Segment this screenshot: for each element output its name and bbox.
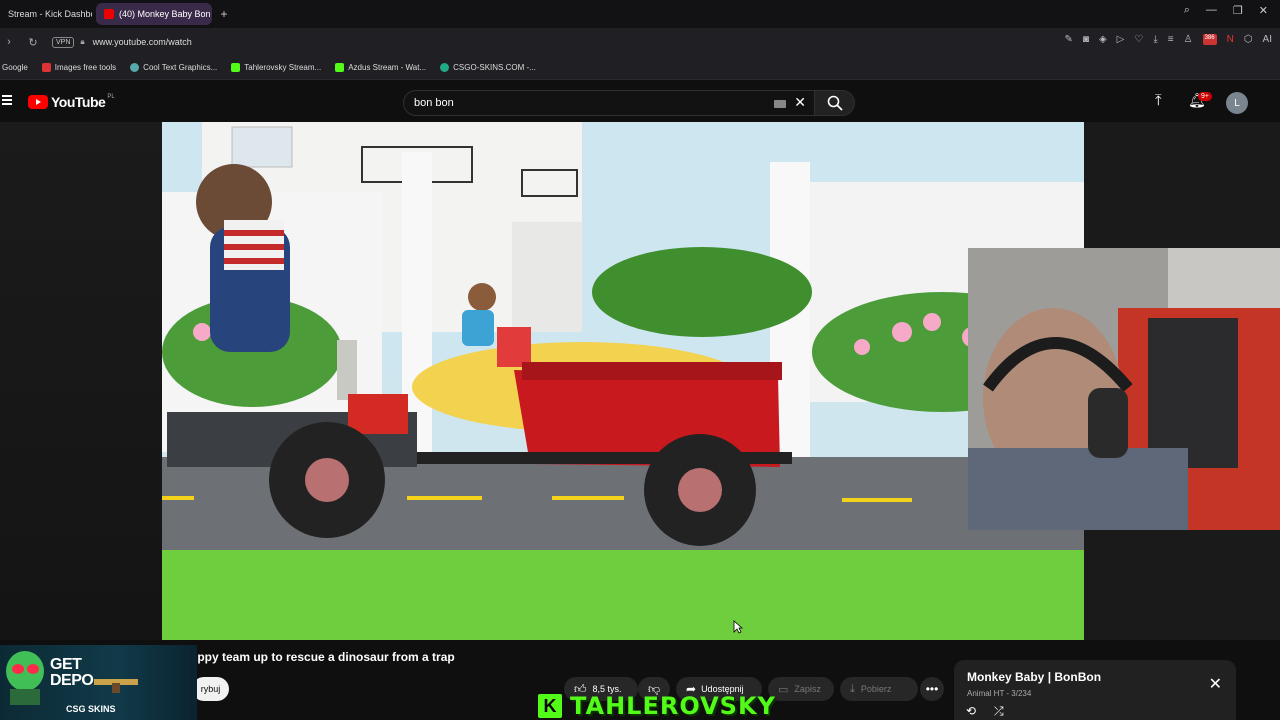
kick-icon	[335, 63, 345, 72]
upload-icon[interactable]: ⤒	[1155, 92, 1162, 109]
search-tabs-icon[interactable]: ⌕	[1184, 4, 1190, 17]
ai-icon[interactable]: AI	[1263, 34, 1272, 45]
country-code: PL	[107, 94, 115, 100]
new-tab-icon[interactable]: +	[216, 6, 232, 22]
lock-icon[interactable]: 🔒︎	[80, 37, 84, 47]
video-frame-scene	[162, 122, 1084, 640]
bookmark-tahlerovsky[interactable]: Tahlerovsky Stream...	[231, 63, 321, 72]
ad-line-2: DEPO	[50, 672, 94, 689]
edit-icon[interactable]: ✎	[1065, 34, 1073, 45]
vpn-badge[interactable]: VPN	[52, 36, 75, 48]
bookmark-save-icon: ▭	[778, 683, 789, 696]
video-player[interactable]	[162, 122, 1084, 640]
more-dots-icon: •••	[925, 682, 939, 696]
menu-lines-icon[interactable]: ≡	[1168, 34, 1174, 45]
extensions-cube-icon[interactable]: ⬡	[1244, 34, 1253, 45]
profile-icon[interactable]: ♙	[1184, 34, 1193, 45]
ad-line-1: GET	[50, 656, 82, 673]
heart-icon[interactable]: ♡	[1134, 34, 1143, 45]
download-button[interactable]: ⤓ Pobierz	[840, 677, 918, 701]
avatar[interactable]: L	[1226, 92, 1248, 114]
youtube-wordmark: YouTube	[51, 94, 106, 110]
tab-label: Stream - Kick Dashboard	[8, 9, 92, 19]
csgo-skins-ad-overlay: GET DEPO CSG SKINS	[0, 645, 197, 720]
download-icon[interactable]: ⤓	[1153, 34, 1157, 45]
webcam-scene	[968, 248, 1280, 530]
search-button[interactable]	[815, 90, 855, 116]
clear-search-icon[interactable]: ✕	[794, 94, 806, 111]
video-title: uppy team up to rescue a dinosaur from a…	[190, 650, 455, 664]
playlist-subtitle: Animal HT - 3/234	[967, 689, 1032, 698]
tab-label: (40) Monkey Baby Bon Bo	[119, 9, 212, 19]
download-arrow-icon: ⤓	[850, 682, 855, 695]
bookmark-label: Tahlerovsky Stream...	[244, 63, 322, 72]
notification-count-badge: 9+	[1198, 92, 1212, 101]
bookmarks-bar: Google Images free tools Cool Text Graph…	[0, 56, 1280, 80]
play-icon[interactable]: ▷	[1117, 34, 1125, 45]
bookmark-label: CSGO-SKINS.COM -...	[453, 63, 536, 72]
camera-icon[interactable]: ◙	[1083, 34, 1089, 45]
tab-kick-dashboard[interactable]: Stream - Kick Dashboard	[0, 3, 92, 25]
more-actions-button[interactable]: •••	[920, 677, 944, 701]
playlist-title[interactable]: Monkey Baby | BonBon	[967, 670, 1101, 684]
bookmark-cool-text[interactable]: Cool Text Graphics...	[130, 63, 217, 72]
mascot-head-icon	[6, 651, 44, 705]
youtube-header: YouTube PL bon bon ✕ ⤒ 🔔︎	[0, 82, 1280, 122]
bookmark-csgo-skins[interactable]: CSGO-SKINS.COM -...	[440, 63, 536, 72]
bookmark-icon	[41, 63, 51, 72]
loop-icon[interactable]: ⟲	[966, 704, 976, 718]
extension-badge[interactable]: 386	[1202, 34, 1217, 45]
close-playlist-icon[interactable]: ✕	[1209, 674, 1222, 694]
search-icon	[827, 95, 843, 111]
forward-icon[interactable]: ›	[0, 36, 18, 48]
streamer-name: TAHLEROVSKY	[570, 692, 776, 720]
search-box[interactable]: bon bon ✕	[403, 90, 815, 116]
youtube-play-icon	[28, 95, 48, 109]
shuffle-icon[interactable]: ⤮	[994, 704, 1004, 719]
browser-tab-bar: Stream - Kick Dashboard (40) Monkey Baby…	[0, 0, 1280, 28]
bookmark-label: Azdus Stream - Wat...	[348, 63, 427, 72]
streamer-webcam	[968, 248, 1280, 530]
bookmark-images-free-tools[interactable]: Images free tools	[41, 63, 117, 72]
kick-logo-icon: K	[538, 694, 562, 718]
minimize-icon[interactable]: —	[1206, 4, 1217, 17]
bookmark-google[interactable]: Google	[2, 63, 28, 72]
subscribe-button[interactable]: rybuj	[192, 677, 229, 701]
window-controls: ⌕ — ❐ ✕	[1184, 4, 1268, 17]
ad-headline: GET DEPO	[50, 656, 94, 689]
ad-brand: CSG SKINS	[66, 704, 116, 714]
tab-youtube-video[interactable]: (40) Monkey Baby Bon Bo	[96, 3, 212, 25]
streamer-watermark: K TAHLEROVSKY	[538, 692, 776, 720]
address-bar: › ↻ VPN 🔒︎ www.youtube.com/watch ✎ ◙ ◈ ▷…	[0, 28, 1280, 56]
download-label: Pobierz	[860, 684, 892, 694]
save-label: Zapisz	[794, 684, 821, 694]
hamburger-menu-icon[interactable]	[2, 95, 12, 105]
bookmark-label: Cool Text Graphics...	[143, 63, 218, 72]
playlist-panel: Monkey Baby | BonBon Animal HT - 3/234 ✕…	[954, 660, 1236, 720]
url-field[interactable]: www.youtube.com/watch	[93, 37, 192, 47]
shield-icon[interactable]: ◈	[1099, 34, 1107, 45]
kick-icon	[231, 63, 241, 72]
bookmark-label: Google	[2, 63, 28, 72]
youtube-favicon-icon	[104, 9, 114, 19]
keyboard-icon[interactable]	[774, 100, 786, 108]
player-background-left	[0, 122, 162, 640]
extension-n-icon[interactable]: N	[1227, 34, 1234, 45]
search-input[interactable]: bon bon	[414, 97, 454, 109]
bookmark-azdus[interactable]: Azdus Stream - Wat...	[335, 63, 426, 72]
mouse-cursor-icon	[733, 620, 743, 634]
save-button[interactable]: ▭ Zapisz	[768, 677, 834, 701]
rifle-icon	[94, 679, 138, 693]
bookmark-icon	[440, 63, 450, 72]
reload-icon[interactable]: ↻	[24, 36, 42, 49]
bookmark-icon	[130, 63, 140, 72]
restore-icon[interactable]: ❐	[1233, 4, 1243, 17]
youtube-logo[interactable]: YouTube PL	[28, 94, 115, 110]
toolbar-icons: ✎ ◙ ◈ ▷ ♡ ⤓ ≡ ♙ 386 N ⬡ AI	[1065, 34, 1272, 45]
bookmark-label: Images free tools	[54, 63, 117, 72]
close-window-icon[interactable]: ✕	[1259, 4, 1268, 17]
